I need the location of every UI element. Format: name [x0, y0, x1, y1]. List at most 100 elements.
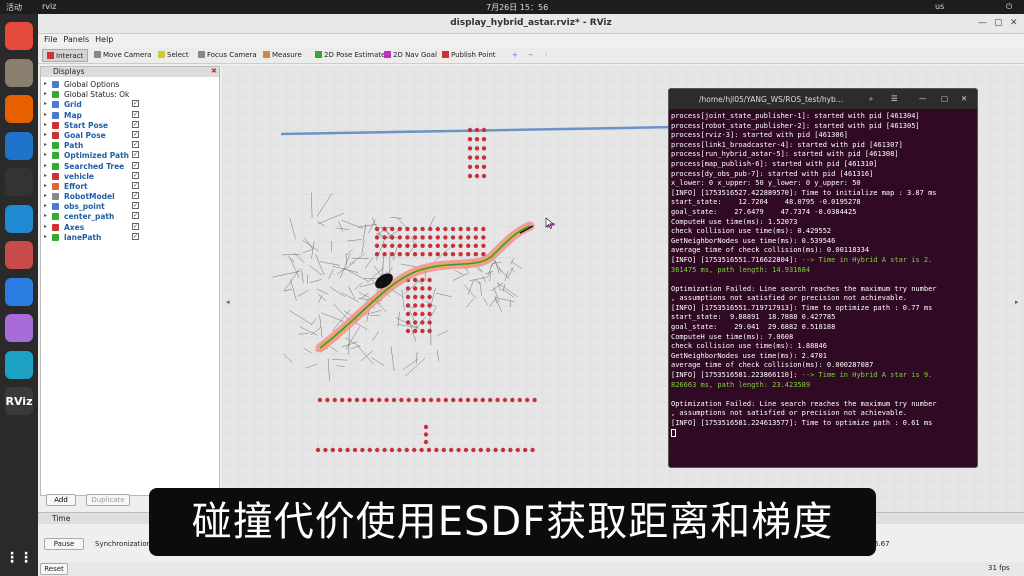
enable-checkbox[interactable]: ✓ [132, 110, 139, 118]
expand-arrow-icon[interactable]: ▸ [44, 111, 47, 118]
terminal-line: GetNeighborNodes use time(ms): 2.4701 [671, 351, 827, 360]
tool-interact[interactable]: Interact [42, 49, 89, 62]
display-item-grid[interactable]: ▸ Grid ✓ [41, 99, 219, 109]
files-icon[interactable] [5, 58, 33, 87]
tool-options-icon[interactable]: ◦ [540, 49, 552, 62]
maximize-icon[interactable]: ▢ [941, 94, 948, 103]
enable-checkbox[interactable]: ✓ [132, 151, 139, 159]
expand-arrow-icon[interactable]: ▸ [44, 192, 47, 199]
app-icon[interactable] [5, 131, 33, 160]
display-item-optimized-path[interactable]: ▸ Optimized Path ✓ [41, 150, 219, 160]
expand-arrow-icon[interactable]: ▸ [44, 100, 47, 107]
tool-focus-camera[interactable]: Focus Camera [194, 49, 261, 62]
display-item-map[interactable]: ▸ Map ✓ [41, 110, 219, 120]
display-item-searched-tree[interactable]: ▸ Searched Tree ✓ [41, 161, 219, 171]
display-item-start-pose[interactable]: ▸ Start Pose ✓ [41, 120, 219, 130]
tool-2d-pose-estimate[interactable]: 2D Pose Estimate [311, 49, 389, 62]
remove-tool-icon[interactable]: − [524, 49, 538, 62]
vscode-icon[interactable] [5, 204, 33, 233]
enable-checkbox[interactable]: ✓ [132, 130, 139, 138]
chrome-icon[interactable] [5, 22, 33, 50]
obstacle-point [427, 320, 432, 325]
display-item-global-options[interactable]: ▸ Global Options [41, 79, 219, 89]
keyboard-layout[interactable]: us [935, 2, 944, 11]
enable-checkbox[interactable]: ✓ [132, 222, 139, 230]
duplicate-button[interactable]: Duplicate [86, 494, 130, 506]
maximize-icon[interactable]: ▢ [994, 18, 1003, 28]
expand-arrow-icon[interactable]: ▸ [44, 223, 47, 230]
expand-arrow-icon[interactable]: ▸ [44, 80, 47, 87]
enable-checkbox[interactable]: ✓ [132, 120, 139, 128]
obstacle-point [481, 226, 486, 232]
display-item-path[interactable]: ▸ Path ✓ [41, 140, 219, 150]
close-icon[interactable]: ✕ [1010, 18, 1018, 28]
display-item-effort[interactable]: ▸ Effort ✓ [41, 181, 219, 191]
search-icon[interactable]: ⌕ [869, 94, 873, 104]
expand-arrow-icon[interactable]: ▸ [44, 131, 47, 138]
add-button[interactable]: Add [46, 494, 76, 506]
expand-arrow-icon[interactable]: ▸ [44, 121, 47, 128]
add-tool-icon[interactable]: + [508, 49, 522, 62]
enable-checkbox[interactable]: ✓ [132, 212, 139, 220]
obstacle-point [427, 286, 432, 291]
minimize-icon[interactable]: — [978, 18, 987, 28]
enable-checkbox[interactable]: ✓ [132, 181, 139, 189]
reset-button[interactable]: Reset [40, 563, 68, 575]
display-item-goal-pose[interactable]: ▸ Goal Pose ✓ [41, 130, 219, 140]
expand-arrow-icon[interactable]: ▸ [44, 151, 47, 158]
rviz-icon[interactable]: RViz [5, 387, 33, 415]
display-item-lanepath[interactable]: ▸ lanePath ✓ [41, 232, 219, 242]
power-icon[interactable]: ⏻ [1006, 2, 1012, 12]
firefox-icon[interactable] [5, 95, 33, 123]
terminal-icon[interactable] [5, 168, 33, 196]
expand-arrow-icon[interactable]: ▸ [44, 90, 47, 97]
terminal-output[interactable]: process[joint_state_publisher-1]: starte… [669, 109, 977, 441]
close-panel-icon[interactable]: ✖ [211, 67, 217, 75]
terminal-window[interactable]: /home/hjl05/YANG_WS/ROS_test/hyb... ⌕ ☰ … [668, 88, 978, 468]
pause-button[interactable]: Pause [44, 538, 84, 550]
display-item-axes[interactable]: ▸ Axes ✓ [41, 222, 219, 232]
edge-icon[interactable] [5, 350, 33, 379]
obstacle-point [427, 277, 432, 283]
tool-publish-point[interactable]: Publish Point [438, 49, 500, 62]
expand-arrow-icon[interactable]: ▸ [44, 212, 47, 219]
app-grid-icon[interactable]: ⋮⋮ [5, 544, 33, 572]
display-item-global-status-ok[interactable]: ▸ Global Status: Ok [41, 89, 219, 99]
activities-button[interactable]: 活动 [6, 2, 22, 13]
menu-icon[interactable]: ☰ [891, 94, 898, 103]
menu-panels[interactable]: Panels [63, 35, 89, 44]
enable-checkbox[interactable]: ✓ [132, 192, 139, 200]
enable-checkbox[interactable]: ✓ [132, 161, 139, 169]
expand-arrow-icon[interactable]: ▸ [44, 172, 47, 179]
document-icon[interactable] [5, 241, 33, 269]
cloud-icon[interactable] [5, 277, 33, 306]
minimize-icon[interactable]: — [919, 94, 927, 103]
enable-checkbox[interactable]: ✓ [132, 100, 139, 108]
menu-help[interactable]: Help [95, 35, 113, 44]
tool-move-camera[interactable]: Move Camera [90, 49, 155, 62]
display-item-obs-point[interactable]: ▸ obs_point ✓ [41, 201, 219, 211]
enable-checkbox[interactable]: ✓ [132, 171, 139, 179]
obstacle-point [481, 173, 487, 179]
close-icon[interactable]: ✕ [961, 94, 967, 103]
expand-arrow-icon[interactable]: ▸ [44, 162, 47, 169]
expand-arrow-icon[interactable]: ▸ [44, 141, 47, 148]
enable-checkbox[interactable]: ✓ [132, 202, 139, 210]
cat-icon[interactable] [5, 314, 33, 342]
display-item-vehicle[interactable]: ▸ vehicle ✓ [41, 171, 219, 181]
expand-arrow-icon[interactable]: ▸ [44, 233, 47, 240]
tool-select[interactable]: Select [154, 49, 193, 62]
display-item-center-path[interactable]: ▸ center_path ✓ [41, 211, 219, 221]
tool-2d-nav-goal[interactable]: 2D Nav Goal [380, 49, 441, 62]
expand-arrow-icon[interactable]: ▸ [44, 202, 47, 209]
clock[interactable]: 7月26日 15：56 [486, 2, 548, 13]
enable-checkbox[interactable]: ✓ [132, 232, 139, 240]
menu-file[interactable]: File [44, 35, 57, 44]
expand-arrow-icon[interactable]: ▸ [44, 182, 47, 189]
enable-checkbox[interactable]: ✓ [132, 141, 139, 149]
pose-estimate-icon [315, 51, 322, 58]
tool-measure[interactable]: Measure [259, 49, 306, 62]
display-item-robotmodel[interactable]: ▸ RobotModel ✓ [41, 191, 219, 201]
active-app-label[interactable]: rviz [42, 2, 56, 11]
display-label: Axes [64, 222, 85, 232]
